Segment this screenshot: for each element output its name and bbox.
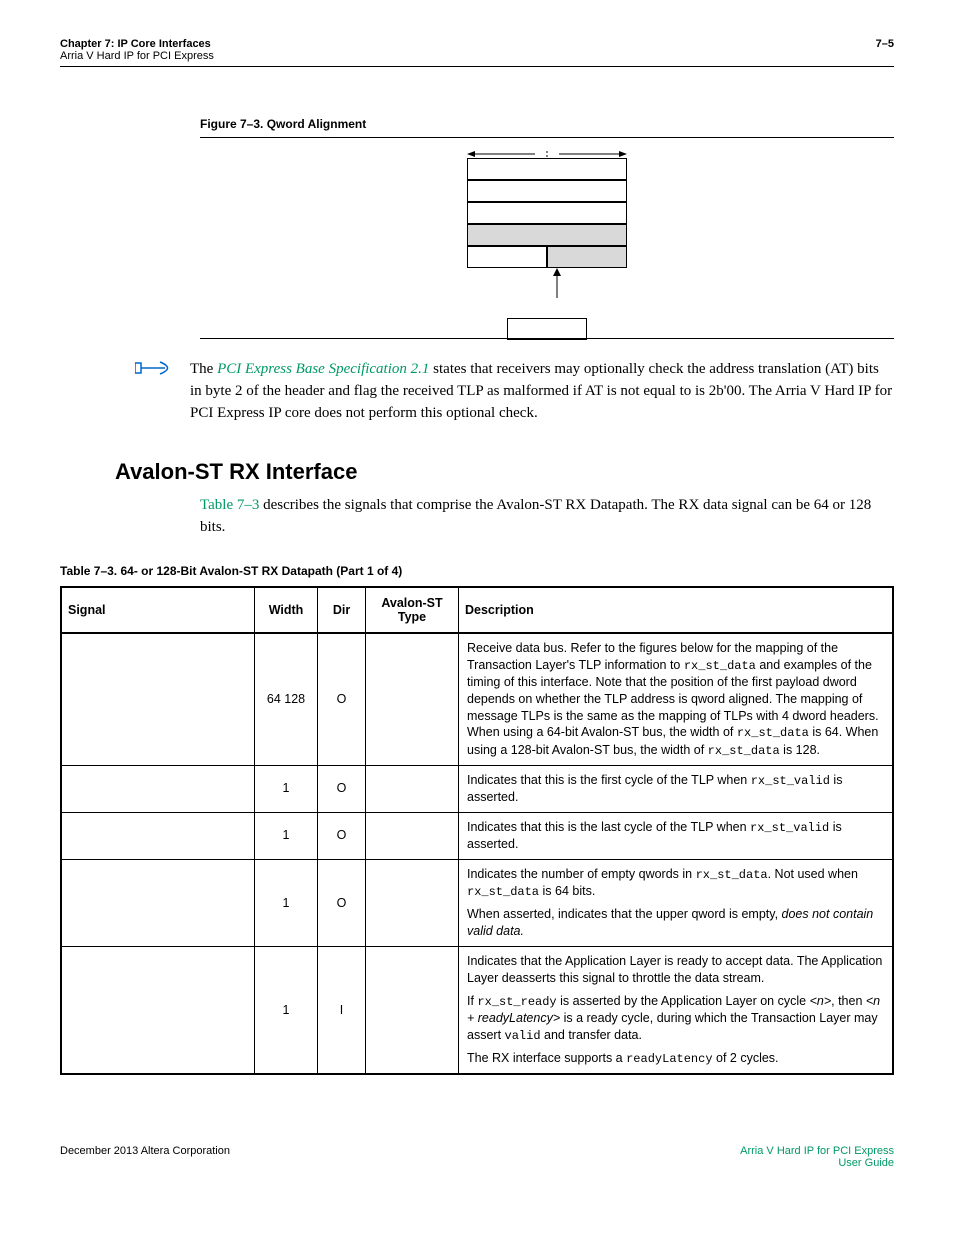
table-header-row: Signal Width Dir Avalon-ST Type Descript… (61, 587, 893, 633)
page-header: Chapter 7: IP Core Interfaces Arria V Ha… (60, 38, 894, 67)
header-pagenum: 7–5 (876, 38, 894, 62)
desc-cell: Indicates the number of empty qwords in … (459, 859, 894, 946)
table-row: 1 O Indicates that this is the last cycl… (61, 812, 893, 859)
datapath-table: Signal Width Dir Avalon-ST Type Descript… (60, 586, 894, 1076)
note-block: The PCI Express Base Specification 2.1 s… (130, 359, 894, 424)
section-body: Table 7–3 describes the signals that com… (200, 495, 894, 539)
header-subtitle: Arria V Hard IP for PCI Express (60, 50, 214, 62)
figure-caption: Figure 7–3. Qword Alignment (200, 117, 894, 131)
col-desc: Description (459, 587, 894, 633)
page-footer: December 2013 Altera Corporation Arria V… (60, 1145, 894, 1169)
col-width: Width (255, 587, 318, 633)
desc-cell: Indicates that this is the first cycle o… (459, 765, 894, 812)
col-avtype: Avalon-ST Type (366, 587, 459, 633)
note-hand-icon (130, 359, 175, 424)
col-signal: Signal (61, 587, 255, 633)
table-caption: Table 7–3. 64- or 128-Bit Avalon-ST RX D… (60, 564, 894, 578)
header-chapter: Chapter 7: IP Core Interfaces (60, 38, 214, 50)
footer-doc-link[interactable]: Arria V Hard IP for PCI Express (740, 1145, 894, 1157)
figure-diagram (200, 138, 894, 338)
footer-doc-link2[interactable]: User Guide (740, 1157, 894, 1169)
col-dir: Dir (318, 587, 366, 633)
note-text: The PCI Express Base Specification 2.1 s… (190, 359, 894, 424)
table-ref-link[interactable]: Table 7–3 (200, 497, 259, 513)
desc-cell: Indicates that this is the last cycle of… (459, 812, 894, 859)
table-row: 1 O Indicates the number of empty qwords… (61, 859, 893, 946)
table-row: 64 128 O Receive data bus. Refer to the … (61, 633, 893, 766)
desc-cell: Indicates that the Application Layer is … (459, 947, 894, 1075)
spec-link[interactable]: PCI Express Base Specification 2.1 (217, 361, 429, 377)
double-arrow-icon (467, 148, 627, 158)
table-row: 1 I Indicates that the Application Layer… (61, 947, 893, 1075)
section-heading: Avalon-ST RX Interface (115, 459, 894, 485)
table-row: 1 O Indicates that this is the first cyc… (61, 765, 893, 812)
up-arrow-icon (552, 268, 562, 303)
desc-cell: Receive data bus. Refer to the figures b… (459, 633, 894, 766)
footer-left: December 2013 Altera Corporation (60, 1145, 230, 1169)
